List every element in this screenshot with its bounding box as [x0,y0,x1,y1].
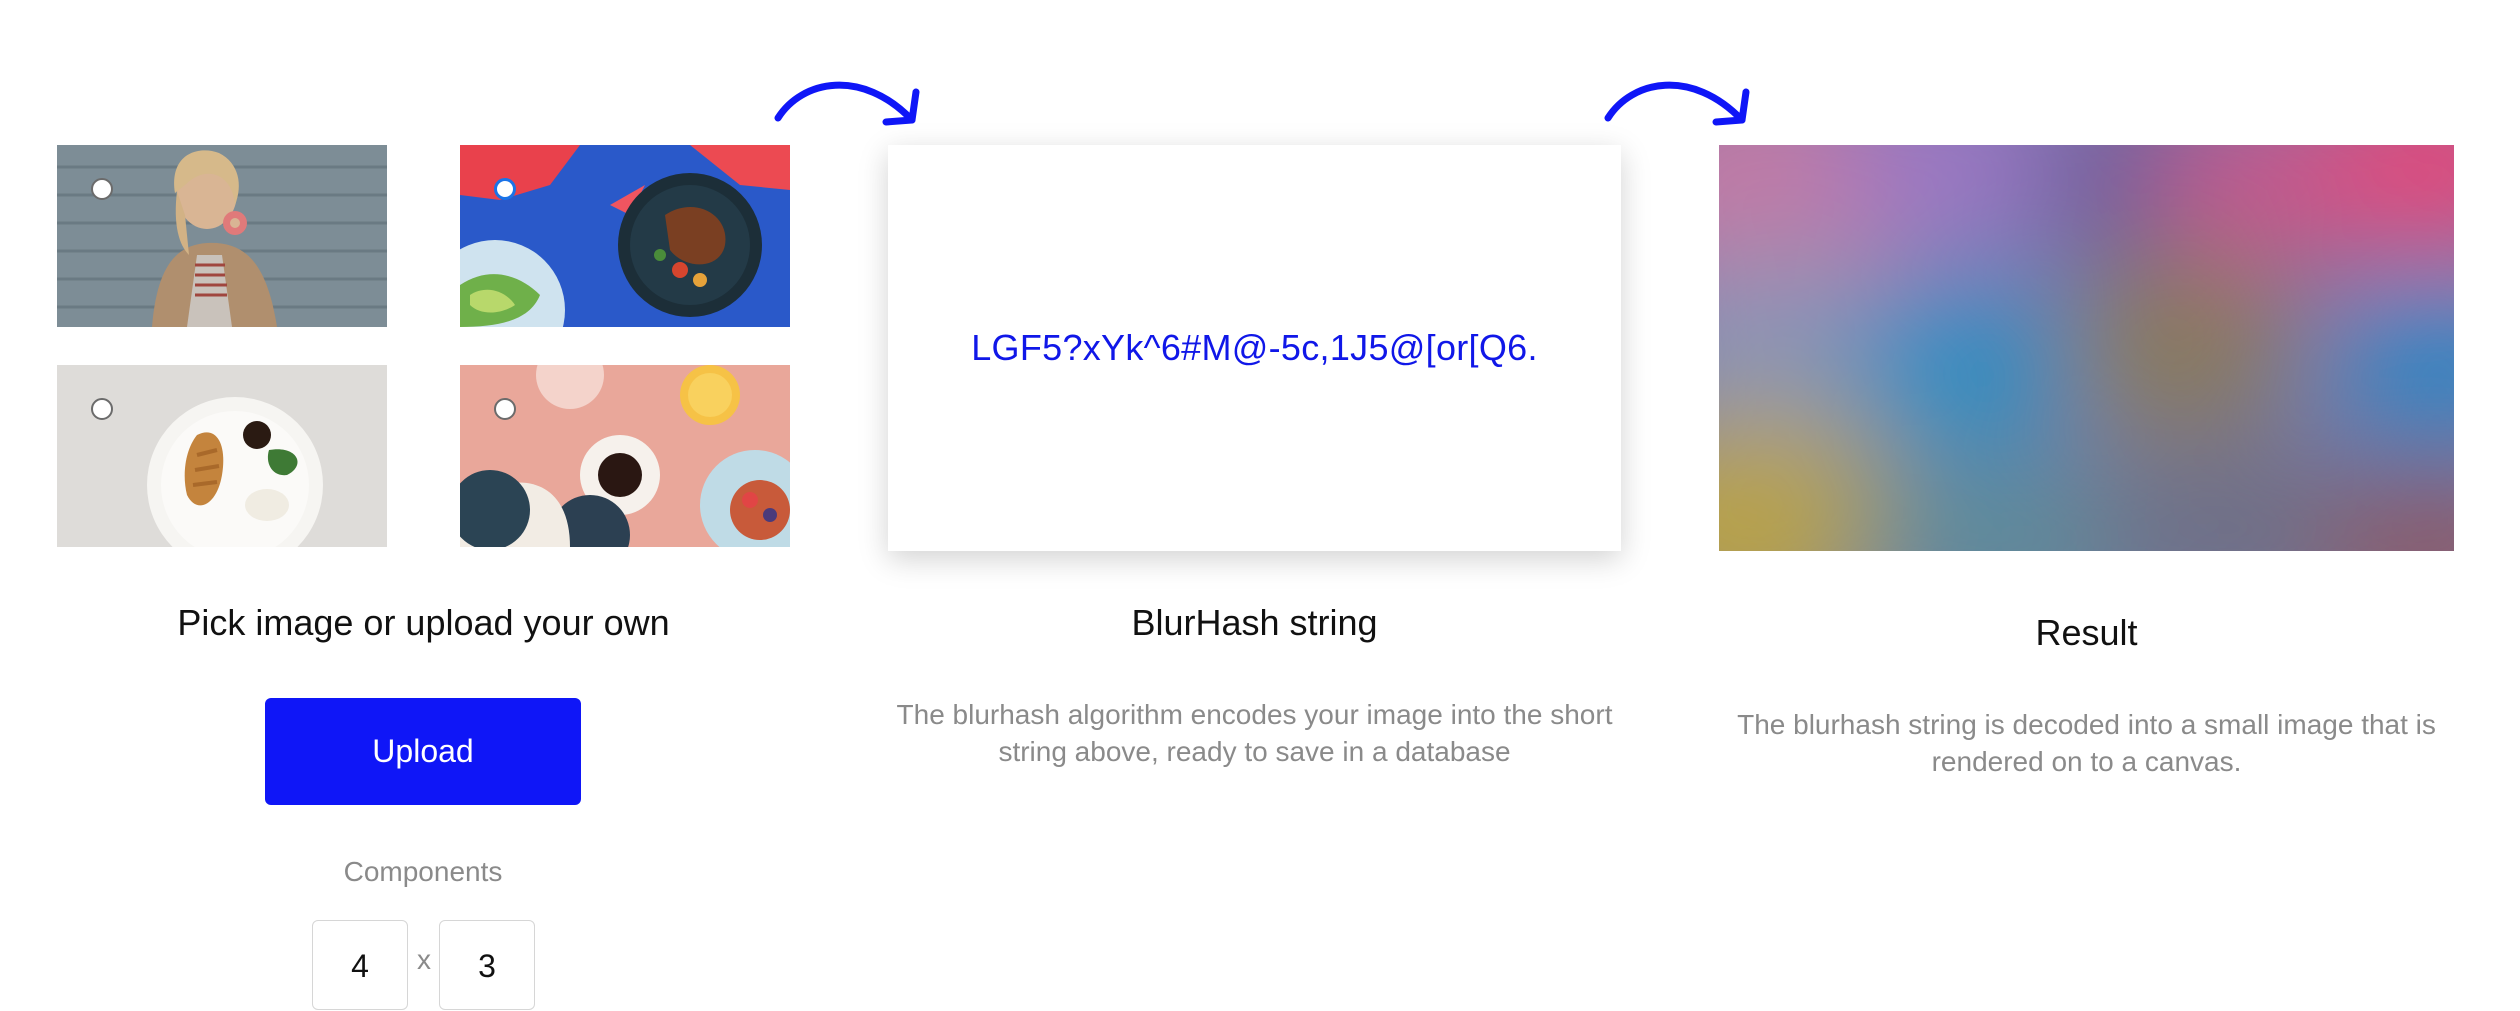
result-title: Result [2035,612,2138,653]
components-separator: x [417,944,431,975]
image-option-4[interactable] [460,365,790,547]
image-radio-2[interactable] [494,178,516,200]
image-radio-4[interactable] [494,398,516,420]
hash-card: LGF5?xYk^6#M@-5c,1J5@[or[Q6. [888,145,1621,551]
upload-button[interactable]: Upload [265,698,581,805]
hash-title: BlurHash string [1131,602,1378,643]
image-radio-1[interactable] [91,178,113,200]
image-option-2[interactable] [460,145,790,327]
image-option-1[interactable] [57,145,387,327]
curved-arrow-icon [1604,81,1750,126]
components-label: Components [343,856,503,887]
components-y-input[interactable]: 3 [439,920,535,1010]
hash-string[interactable]: LGF5?xYk^6#M@-5c,1J5@[or[Q6. [971,327,1538,369]
hash-description: The blurhash algorithm encodes your imag… [896,699,1613,767]
photo-chicken-plate [57,365,387,547]
image-radio-3[interactable] [91,398,113,420]
components-x-input[interactable]: 4 [312,920,408,1010]
curved-arrow-icon [774,81,920,126]
result-description: The blurhash string is decoded into a sm… [1737,709,2436,777]
result-canvas [1719,145,2454,551]
photo-steak-plate [460,145,790,327]
photo-coffee-breakfast [460,365,790,547]
image-option-3[interactable] [57,365,387,547]
photo-woman-donut [57,145,387,327]
picker-title: Pick image or upload your own [177,602,670,643]
